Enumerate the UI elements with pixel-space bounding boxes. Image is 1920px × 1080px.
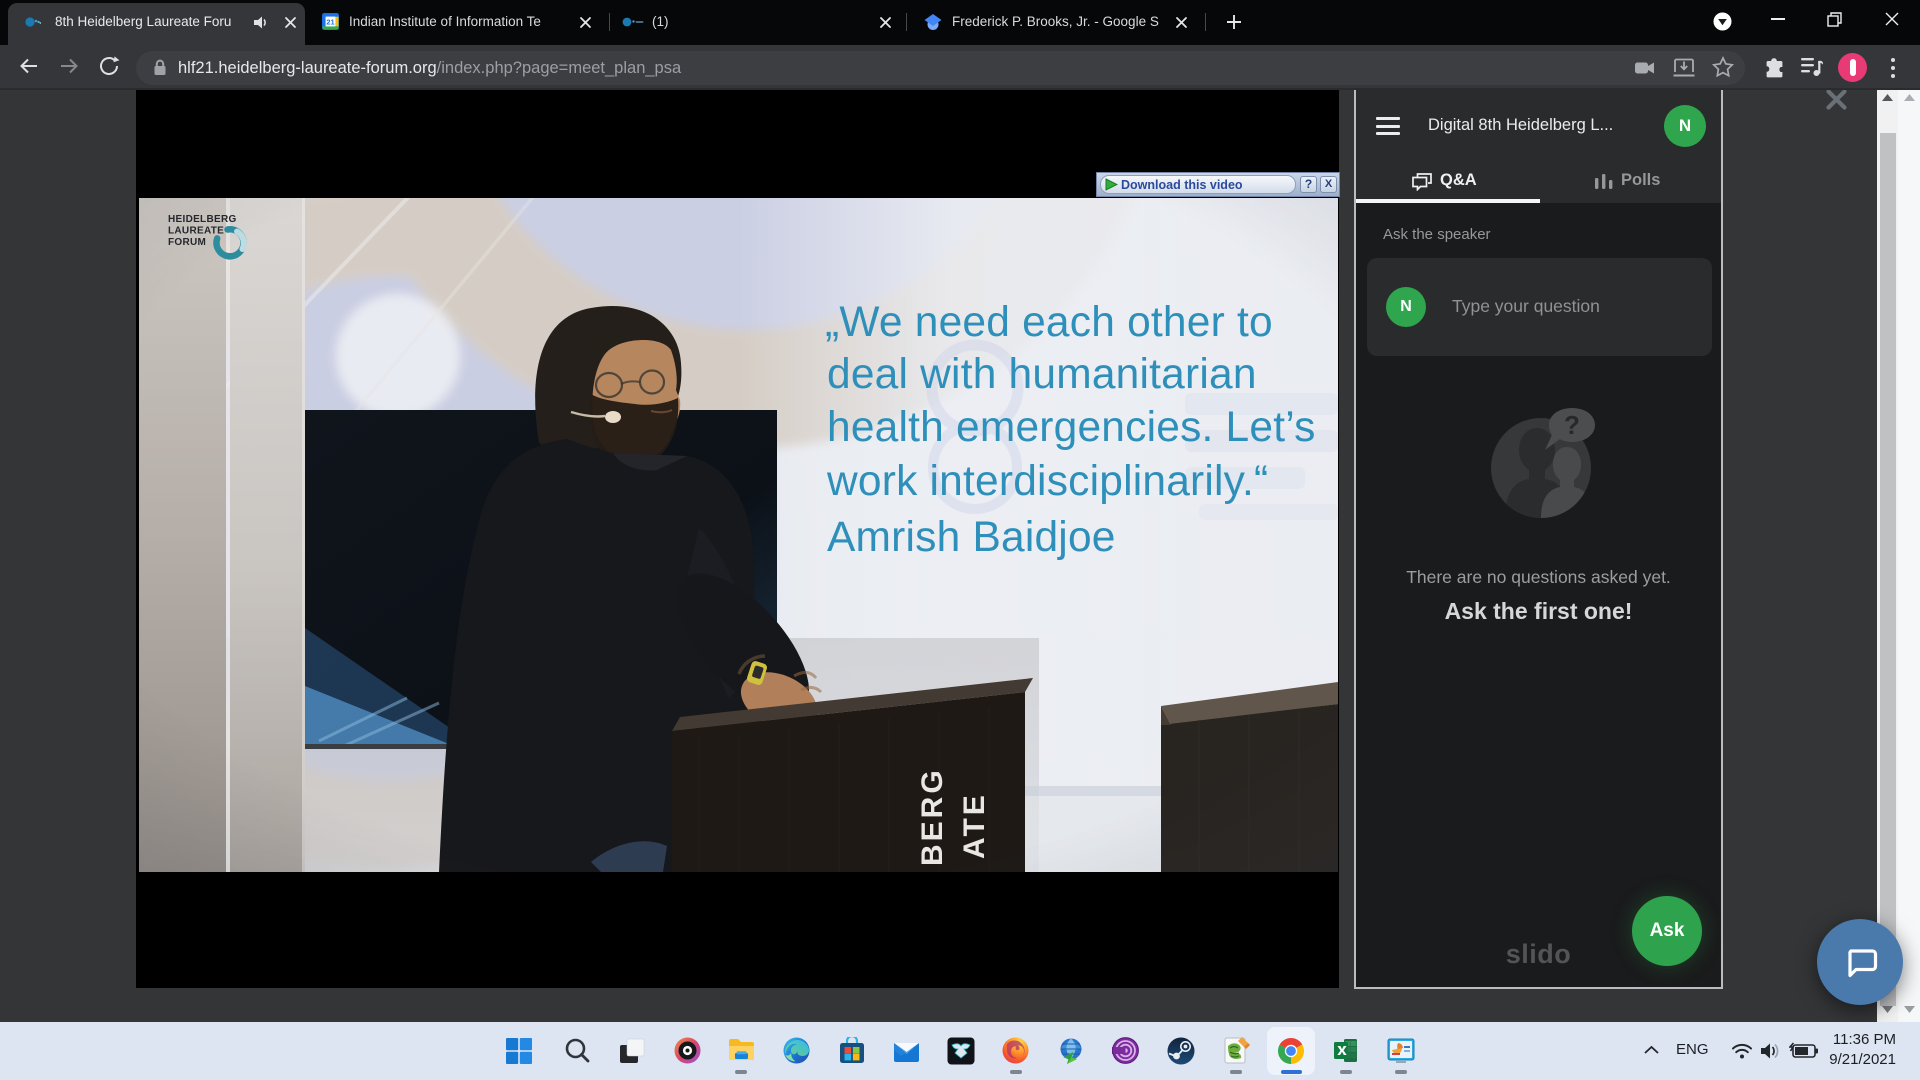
svg-text:21: 21 — [326, 17, 334, 26]
svg-text:?: ? — [1564, 410, 1580, 440]
